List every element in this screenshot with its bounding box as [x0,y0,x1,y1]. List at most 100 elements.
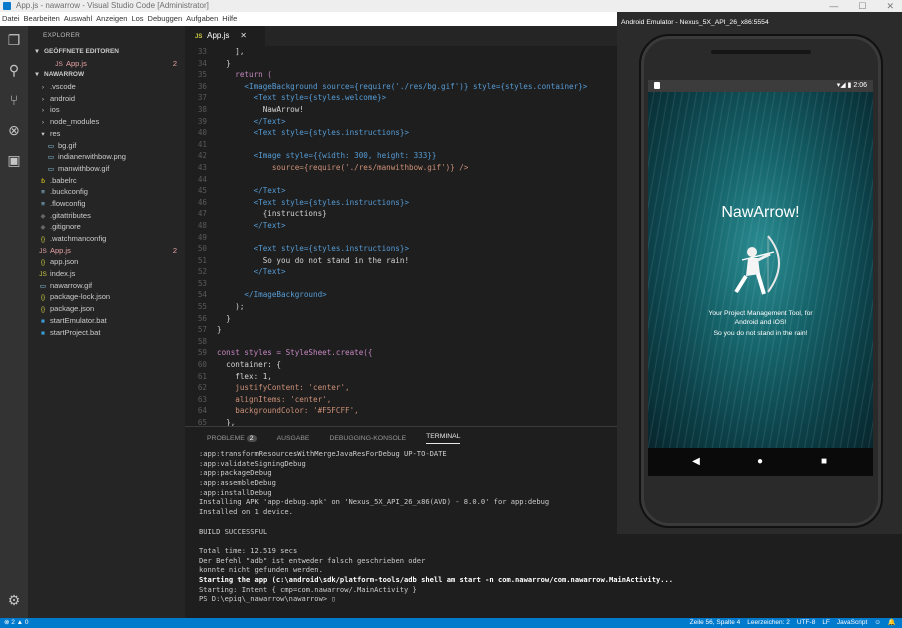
explorer-section[interactable]: ▾ GEÖFFNETE EDITOREN [28,46,185,58]
editor-tab-bar: JS App.js ✕ [185,26,618,46]
terminal-line: Der Befehl "adb" ist entweder falsch ges… [199,555,426,565]
tree-label: app.json [50,257,79,267]
menu-item-anzeigen[interactable]: Anzeigen [96,12,131,26]
panel-tab-probleme[interactable]: PROBLEME 2 [207,434,257,442]
code-line: 62 justifyContent: 'center', [185,382,618,394]
menu-item-debuggen[interactable]: Debuggen [148,12,187,26]
panel-tab-terminal[interactable]: TERMINAL [426,433,461,444]
code-editor[interactable]: 33 ], 34 } 35 return (36 <ImageBackground … [185,46,618,426]
extensions-icon[interactable]: ▣ [6,152,22,168]
tree-folder[interactable]: › node_modules [28,116,185,128]
close-tab-icon[interactable]: ✕ [240,26,247,46]
problems-indicator[interactable]: ⊗ 2 ▲ 0 [4,618,29,628]
tree-file[interactable]: ▭ nawarrow.gif [28,280,185,292]
tree-folder[interactable]: › android [28,93,185,105]
problem-count-badge: 2 [172,245,177,255]
tree-file[interactable]: JS App.js 2 [28,58,185,70]
tree-file[interactable]: {} package-lock.json [28,291,185,303]
tree-file[interactable]: {} app.json [28,256,185,268]
phone-frame: ▾◢ ▮ 2:06 NawArrow! Your Project Managem… [639,34,883,528]
line-number: 50 [197,244,207,254]
activity-bar: ❐ ⚲ ⑂ ⊗ ▣ ⚙ [0,26,28,618]
tree-label: android [50,93,76,103]
clock: 2:06 [853,82,867,89]
status-item[interactable]: LF [822,618,830,628]
menu-item-los[interactable]: Los [131,12,147,26]
tree-file[interactable]: ■ startProject.bat [28,327,185,339]
maximize-button[interactable]: ☐ [858,0,866,12]
tree-folder[interactable]: › ios [28,104,185,116]
window-controls: — ☐ ✕ [829,0,894,12]
tree-file[interactable]: ≡ .buckconfig [28,186,185,198]
tab-app-js[interactable]: JS App.js ✕ [185,26,265,46]
close-button[interactable]: ✕ [886,0,894,12]
phone-screen[interactable]: ▾◢ ▮ 2:06 NawArrow! Your Project Managem… [648,80,873,476]
status-item[interactable]: Zeile 56, Spalte 4 [690,618,741,628]
code-line: 49 [185,232,618,244]
recents-button[interactable]: ■ [812,448,836,476]
explorer-section[interactable]: ▾ NAWARROW [28,69,185,81]
line-number: 33 [197,47,207,56]
tree-label: .babelrc [50,175,77,185]
tree-file[interactable]: ■ startEmulator.bat [28,315,185,327]
menu-item-auswahl[interactable]: Auswahl [64,12,96,26]
tree-label: package-lock.json [50,292,111,302]
line-number: 42 [197,151,207,161]
line-number: 45 [197,186,207,196]
terminal-line: Starting the app (c:\android\sdk/platfor… [199,574,674,584]
settings-gear-icon[interactable]: ⚙ [6,592,22,608]
tree-file[interactable]: ɓ .babelrc [28,175,185,187]
vscode-app-icon [3,2,11,10]
panel-tab-debugging-konsole[interactable]: DEBUGGING-KONSOLE [329,435,406,442]
minimize-button[interactable]: — [829,0,838,12]
line-number: 41 [197,139,207,149]
line-number: 49 [197,232,207,242]
menu-item-aufgaben[interactable]: Aufgaben [186,12,222,26]
tree-folder[interactable]: ▾ res [28,128,185,140]
tree-file[interactable]: {} package.json [28,303,185,315]
tree-label: .gitattributes [50,210,91,220]
line-number: 52 [197,267,207,277]
status-item[interactable]: UTF-8 [797,618,815,628]
status-item[interactable]: ☺ [874,618,881,628]
status-item[interactable]: 🔔 [888,618,896,628]
line-number: 61 [197,371,207,381]
code-line: 36 <ImageBackground source={require('./r… [185,81,618,93]
panel-tab-ausgabe[interactable]: AUSGABE [277,435,310,442]
source-control-icon[interactable]: ⑂ [6,92,22,108]
code-line: 60 container: { [185,359,618,371]
code-line: 48 </Text> [185,220,618,232]
tree-file[interactable]: JS index.js [28,268,185,280]
code-text: } [217,313,231,323]
file-type-icon: ■ [41,329,45,337]
menu-item-datei[interactable]: Datei [2,12,24,26]
notification-icon [654,82,660,89]
code-line: 56 } [185,313,618,325]
tree-file[interactable]: ◆ .gitignore [28,221,185,233]
tree-file[interactable]: ▭ manwithbow.gif [28,163,185,175]
tree-file[interactable]: {} .watchmanconfig [28,233,185,245]
menu-item-hilfe[interactable]: Hilfe [222,12,241,26]
status-item[interactable]: Leerzeichen: 2 [747,618,790,628]
status-item[interactable]: JavaScript [837,618,867,628]
tree-label: .watchmanconfig [50,234,107,243]
tree-file[interactable]: JS App.js 2 [28,245,185,257]
code-text: ); [217,302,245,312]
code-text: </Text> [217,220,286,230]
app-background: NawArrow! Your Project Management Tool, … [648,92,873,448]
tree-label: startEmulator.bat [50,315,107,325]
tree-label: index.js [50,269,76,279]
tree-file[interactable]: ▭ indianerwithbow.png [28,151,185,163]
back-button[interactable]: ◀ [684,448,708,476]
tree-file[interactable]: ◆ .gitattributes [28,210,185,222]
panel-tab-label: AUSGABE [276,434,310,442]
files-icon[interactable]: ❐ [6,32,22,48]
tree-file[interactable]: ≡ .flowconfig [28,198,185,210]
home-button[interactable]: ● [748,448,772,476]
search-icon[interactable]: ⚲ [6,62,22,78]
tree-file[interactable]: ▭ bg.gif [28,140,185,152]
tree-folder[interactable]: › .vscode [28,81,185,93]
menu-item-bearbeiten[interactable]: Bearbeiten [24,12,64,26]
code-line: 55 ); [185,301,618,313]
debug-icon[interactable]: ⊗ [6,122,22,138]
